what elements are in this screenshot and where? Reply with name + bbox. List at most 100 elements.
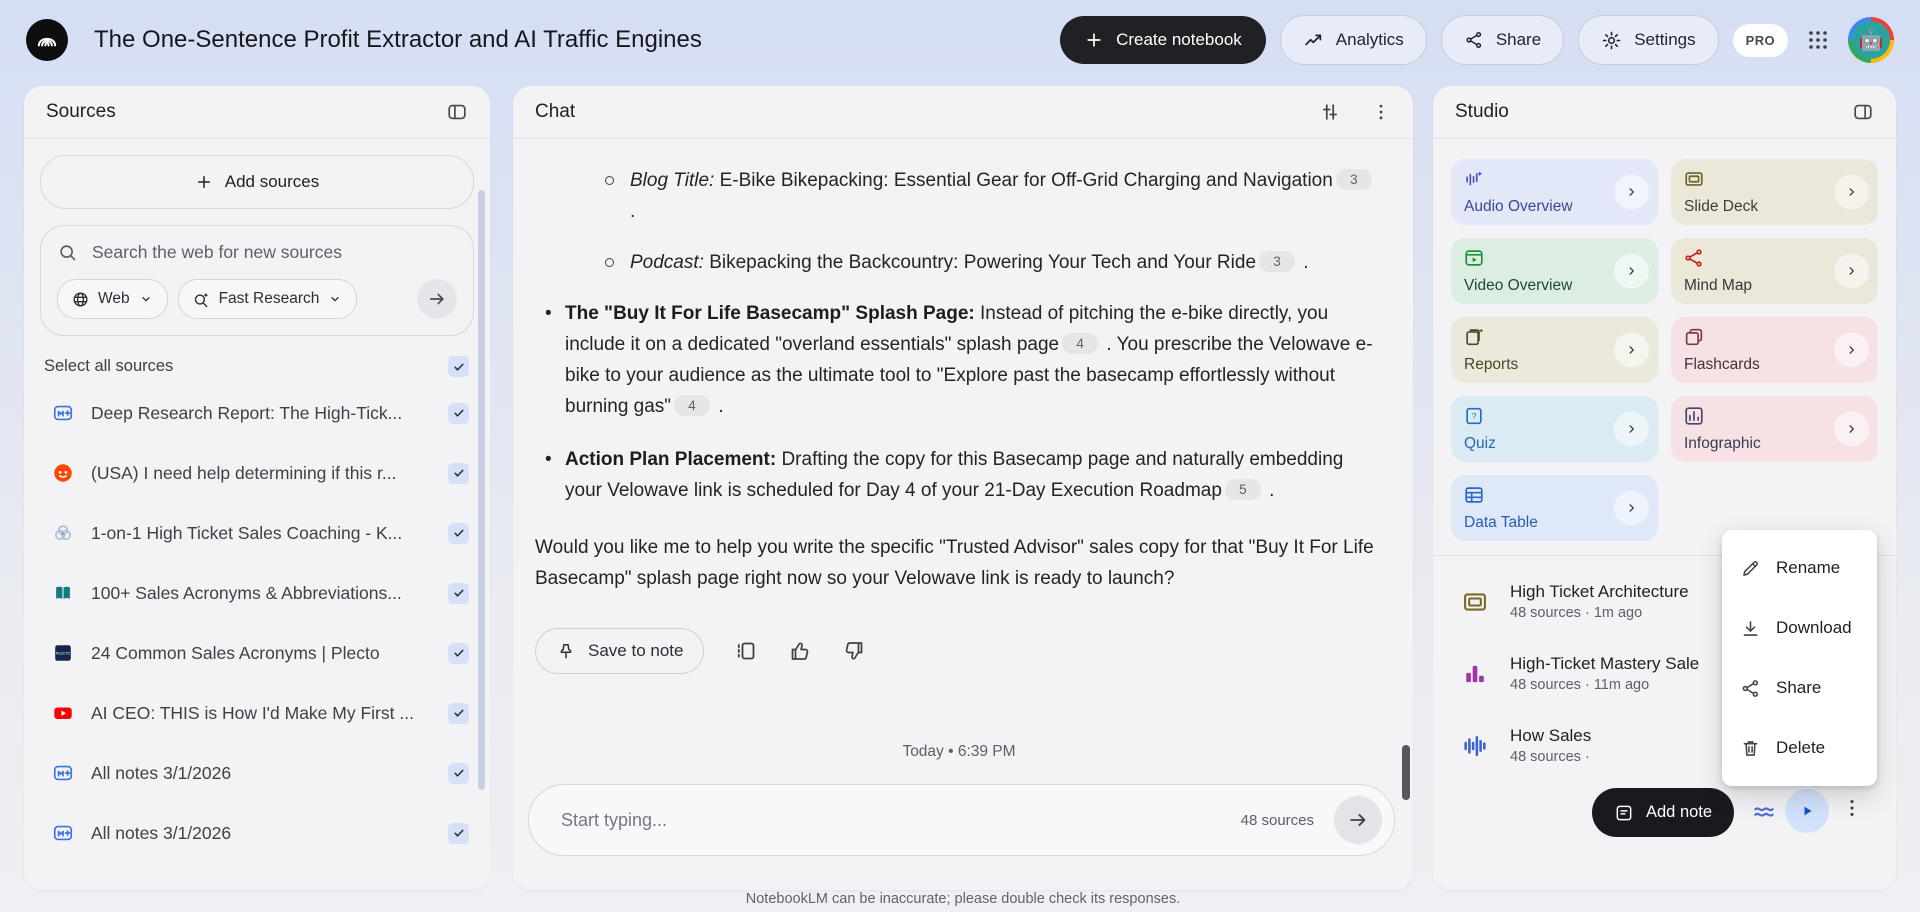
source-item[interactable]: AI CEO: THIS is How I'd Make My First ..… <box>40 683 474 743</box>
source-checkbox[interactable] <box>448 522 469 544</box>
interactive-mode-icon[interactable] <box>1751 799 1777 825</box>
copy-icon[interactable] <box>734 639 758 663</box>
source-item[interactable]: All notes 3/1/2026 <box>40 743 474 803</box>
studio-card-label: Mind Map <box>1684 277 1753 294</box>
citation-chip[interactable]: 4 <box>674 395 711 416</box>
settings-button[interactable]: Settings <box>1578 15 1719 65</box>
chevron-right-icon[interactable] <box>1614 174 1649 210</box>
infographic-icon <box>1683 405 1705 427</box>
assistant-message: Blog Title: E-Bike Bikepacking: Essentia… <box>535 165 1383 594</box>
analytics-button[interactable]: Analytics <box>1279 15 1427 65</box>
svg-text:PLECTO: PLECTO <box>56 651 71 655</box>
chevron-right-icon[interactable] <box>1614 490 1649 526</box>
research-mode-chip[interactable]: Fast Research <box>177 279 358 319</box>
thumb-down-icon[interactable] <box>842 639 866 663</box>
citation-chip[interactable]: 3 <box>1335 169 1372 190</box>
play-audio-button[interactable] <box>1785 789 1829 833</box>
reports-icon <box>1463 326 1485 348</box>
chat-paragraph: Podcast: Bikepacking the Backcountry: Po… <box>535 247 1383 278</box>
citation-chip[interactable]: 4 <box>1062 333 1099 354</box>
add-sources-button[interactable]: Add sources <box>40 155 474 209</box>
select-all-sources-row: Select all sources <box>40 356 474 377</box>
studio-card-quiz[interactable]: ? Quiz <box>1451 396 1658 462</box>
plecto-icon: PLECTO <box>52 642 74 664</box>
apps-grid-icon[interactable] <box>1806 28 1830 52</box>
studio-card-label: Video Overview <box>1464 277 1573 294</box>
avatar[interactable]: 🤖 <box>1848 17 1894 63</box>
chevron-right-icon[interactable] <box>1614 332 1649 368</box>
studio-card-mindmap[interactable]: Mind Map <box>1671 238 1878 304</box>
artifact-more-icon[interactable] <box>1841 797 1863 819</box>
studio-card-label: Slide Deck <box>1684 198 1759 215</box>
citation-chip[interactable]: 5 <box>1224 479 1261 500</box>
chevron-right-icon[interactable] <box>1614 253 1649 289</box>
studio-card-flashcards[interactable]: Flashcards <box>1671 317 1878 383</box>
source-item[interactable]: 1-on-1 High Ticket Sales Coaching - K... <box>40 503 474 563</box>
search-input[interactable]: Search the web for new sources <box>57 242 457 263</box>
context-menu-delete[interactable]: Delete <box>1722 718 1877 778</box>
more-options-icon[interactable] <box>1371 102 1391 122</box>
avatar-image: 🤖 <box>1852 21 1890 59</box>
studio-card-label: Audio Overview <box>1464 198 1573 215</box>
chat-settings-icon[interactable] <box>1319 101 1341 123</box>
source-title: 100+ Sales Acronyms & Abbreviations... <box>91 582 402 603</box>
add-note-button[interactable]: Add note <box>1592 788 1735 837</box>
studio-card-video[interactable]: Video Overview <box>1451 238 1658 304</box>
source-checkbox[interactable] <box>448 582 469 604</box>
chat-scrollbar[interactable] <box>1402 745 1410 800</box>
sparkle-search-icon <box>192 290 211 309</box>
collapse-panel-icon[interactable] <box>446 101 468 123</box>
sources-title: Sources <box>46 101 116 122</box>
select-all-checkbox[interactable] <box>448 356 469 377</box>
studio-card-infographic[interactable]: Infographic <box>1671 396 1878 462</box>
search-submit-button[interactable] <box>417 279 457 319</box>
share-button[interactable]: Share <box>1440 15 1565 65</box>
notebooklm-logo-icon[interactable] <box>26 19 68 61</box>
app-header: The One-Sentence Profit Extractor and AI… <box>0 0 1920 80</box>
chat-header: Chat <box>513 86 1413 139</box>
citation-chip[interactable]: 3 <box>1259 251 1296 272</box>
source-item[interactable]: All notes 3/1/2026 <box>40 803 474 863</box>
source-checkbox[interactable] <box>448 642 469 664</box>
source-count-label: 48 sources <box>1240 811 1314 829</box>
chevron-right-icon[interactable] <box>1834 253 1869 289</box>
chevron-right-icon[interactable] <box>1614 411 1649 447</box>
conversation-timestamp: Today • 6:39 PM <box>902 743 1016 760</box>
thumb-up-icon[interactable] <box>788 639 812 663</box>
chat-paragraph: The "Buy It For Life Basecamp" Splash Pa… <box>535 298 1383 422</box>
mindmap-icon <box>1683 247 1705 269</box>
send-message-button[interactable] <box>1334 796 1382 844</box>
save-to-note-button[interactable]: Save to note <box>535 628 705 674</box>
source-item[interactable]: PLECTO 24 Common Sales Acronyms | Plecto <box>40 623 474 683</box>
note-add-icon <box>1614 803 1634 823</box>
context-menu-share[interactable]: Share <box>1722 658 1877 718</box>
context-menu-download[interactable]: Download <box>1722 598 1877 658</box>
web-filter-chip[interactable]: Web <box>57 279 168 319</box>
studio-card-table[interactable]: Data Table <box>1451 475 1658 541</box>
collapse-panel-icon[interactable] <box>1852 101 1874 123</box>
context-menu-label: Share <box>1776 678 1822 697</box>
artifact-meta: 48 sources · 11m ago <box>1510 677 1650 693</box>
source-item[interactable]: (USA) I need help determining if this r.… <box>40 443 474 503</box>
book-icon <box>52 582 74 604</box>
chartbars-icon <box>1457 660 1493 688</box>
studio-card-reports[interactable]: Reports <box>1451 317 1658 383</box>
source-checkbox[interactable] <box>448 702 469 724</box>
source-checkbox[interactable] <box>448 762 469 784</box>
chat-text-input[interactable] <box>559 808 1241 832</box>
studio-card-slides[interactable]: Slide Deck <box>1671 159 1878 225</box>
chevron-right-icon[interactable] <box>1834 411 1869 447</box>
create-notebook-button[interactable]: Create notebook <box>1060 16 1266 64</box>
chevron-right-icon[interactable] <box>1834 332 1869 368</box>
source-item[interactable]: 100+ Sales Acronyms & Abbreviations... <box>40 563 474 623</box>
source-item[interactable]: Deep Research Report: The High-Tick... <box>40 383 474 443</box>
chevron-right-icon[interactable] <box>1834 174 1869 210</box>
source-checkbox[interactable] <box>448 402 469 424</box>
context-menu-rename[interactable]: Rename <box>1722 538 1877 598</box>
source-checkbox[interactable] <box>448 822 469 844</box>
sources-scrollbar[interactable] <box>478 190 485 790</box>
studio-card-audio[interactable]: Audio Overview <box>1451 159 1658 225</box>
youtube-icon <box>52 702 74 724</box>
source-checkbox[interactable] <box>448 462 469 484</box>
notes-icon <box>52 402 74 424</box>
